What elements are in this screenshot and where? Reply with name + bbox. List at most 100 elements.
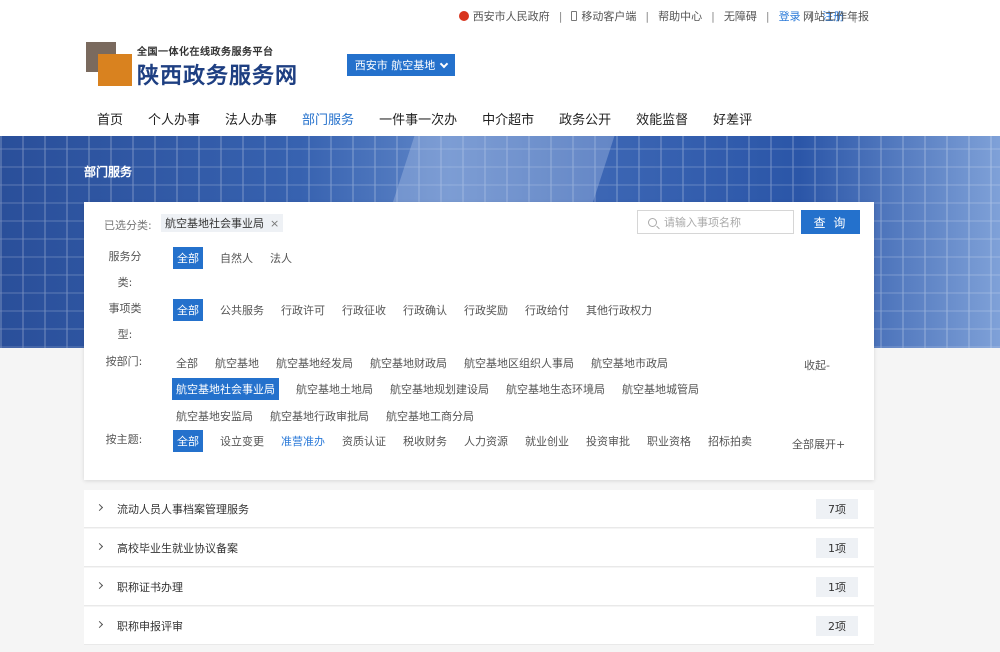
help-center-link[interactable]: 帮助中心 xyxy=(658,8,702,24)
matter-type-options: 全部 公共服务 行政许可 行政征收 行政确认 行政奖励 行政给付 其他行政权力 xyxy=(173,299,669,321)
main-nav: 首页 个人办事 法人办事 部门服务 一件事一次办 中介超市 政务公开 效能监督 … xyxy=(97,109,777,128)
city-selector[interactable]: 西安市 航空基地 xyxy=(347,54,455,76)
service-option-all[interactable]: 全部 xyxy=(173,247,203,269)
department-label: 按部门: xyxy=(105,355,143,368)
service-option-natural-person[interactable]: 自然人 xyxy=(220,250,253,266)
list-item[interactable]: 职称证书办理 1项 xyxy=(84,568,874,606)
count-badge: 1项 xyxy=(816,537,858,558)
department-option[interactable]: 航空基地 xyxy=(215,355,259,371)
page-title: 部门服务 xyxy=(84,165,133,179)
annual-report-link[interactable]: 网站工作年报 xyxy=(803,8,869,24)
chevron-right-icon xyxy=(95,503,104,512)
department-options-row2: 航空基地社会事业局 航空基地土地局 航空基地规划建设局 航空基地生态环境局 航空… xyxy=(172,378,716,400)
department-option[interactable]: 航空基地工商分局 xyxy=(386,408,474,424)
filter-panel: 已选分类: 航空基地社会事业局 × 查 询 服务分 类: 全部 自然人 法人 事… xyxy=(84,202,874,480)
theme-option[interactable]: 投资审批 xyxy=(586,433,630,449)
list-item-name: 高校毕业生就业协议备案 xyxy=(117,541,238,555)
theme-label: 按主题: xyxy=(105,433,143,446)
matter-option[interactable]: 其他行政权力 xyxy=(586,302,652,318)
matter-type-label: 事项类 型: xyxy=(108,302,142,341)
matter-option[interactable]: 行政奖励 xyxy=(464,302,508,318)
list-item[interactable]: 职称申报评审 2项 xyxy=(84,607,874,645)
government-emblem-icon xyxy=(458,11,469,21)
search-input[interactable] xyxy=(664,215,784,229)
chevron-right-icon xyxy=(95,581,104,590)
logo-title[interactable]: 陕西政务服务网 xyxy=(137,58,298,90)
department-option[interactable]: 航空基地市政局 xyxy=(591,355,668,371)
department-option[interactable]: 航空基地生态环境局 xyxy=(506,381,605,397)
mobile-client-label: 移动客户端 xyxy=(581,10,637,23)
list-item[interactable]: 高校毕业生就业协议备案 1项 xyxy=(84,529,874,567)
theme-option[interactable]: 设立变更 xyxy=(220,433,264,449)
service-type-options: 全部 自然人 法人 xyxy=(173,247,309,269)
list-item-name: 职称证书办理 xyxy=(117,580,183,594)
department-options-row3: 航空基地安监局 航空基地行政审批局 航空基地工商分局 xyxy=(176,408,491,424)
collapse-link[interactable]: 收起- xyxy=(804,357,830,373)
department-option[interactable]: 航空基地安监局 xyxy=(176,408,253,424)
theme-option-all[interactable]: 全部 xyxy=(173,430,203,452)
nav-item-one-thing[interactable]: 一件事一次办 xyxy=(379,109,457,128)
city-selector-label: 西安市 航空基地 xyxy=(354,59,436,72)
result-list: 流动人员人事档案管理服务 7项 高校毕业生就业协议备案 1项 职称证书办理 1项… xyxy=(84,490,874,646)
search-icon xyxy=(648,217,657,227)
nav-item-evaluation[interactable]: 好差评 xyxy=(713,109,752,128)
login-link[interactable]: 登录 xyxy=(779,8,801,24)
divider: | xyxy=(558,9,563,23)
gov-link-label: 西安市人民政府 xyxy=(472,10,550,23)
nav-item-department-services[interactable]: 部门服务 xyxy=(302,109,354,128)
count-badge: 7项 xyxy=(816,498,858,519)
matter-option[interactable]: 行政给付 xyxy=(525,302,569,318)
chevron-right-icon xyxy=(95,542,104,551)
theme-option[interactable]: 招标拍卖 xyxy=(708,433,752,449)
nav-item-home[interactable]: 首页 xyxy=(97,109,123,128)
site-logo[interactable] xyxy=(86,42,132,86)
department-option[interactable]: 航空基地经发局 xyxy=(276,355,353,371)
list-item-name: 职称申报评审 xyxy=(117,619,183,633)
theme-option[interactable]: 准营准办 xyxy=(281,433,325,449)
mobile-client-link[interactable]: 移动客户端 xyxy=(571,8,636,24)
phone-icon xyxy=(571,11,578,21)
matter-option[interactable]: 行政征收 xyxy=(342,302,386,318)
theme-option[interactable]: 税收财务 xyxy=(403,433,447,449)
count-badge: 1项 xyxy=(816,576,858,597)
department-option-all[interactable]: 全部 xyxy=(176,355,198,371)
list-item[interactable]: 流动人员人事档案管理服务 7项 xyxy=(84,490,874,528)
department-option-selected[interactable]: 航空基地社会事业局 xyxy=(172,378,279,400)
department-options-row1: 全部 航空基地 航空基地经发局 航空基地财政局 航空基地区组织人事局 航空基地市… xyxy=(176,355,685,371)
count-badge: 2项 xyxy=(816,615,858,636)
theme-option[interactable]: 就业创业 xyxy=(525,433,569,449)
chip-label: 航空基地社会事业局 xyxy=(165,217,264,230)
list-item-name: 流动人员人事档案管理服务 xyxy=(117,502,249,516)
theme-option[interactable]: 资质认证 xyxy=(342,433,386,449)
chevron-down-icon xyxy=(440,59,449,68)
divider: | xyxy=(645,9,650,23)
divider: | xyxy=(765,9,770,23)
department-option[interactable]: 航空基地土地局 xyxy=(296,381,373,397)
nav-item-gov-open[interactable]: 政务公开 xyxy=(559,109,611,128)
theme-option[interactable]: 职业资格 xyxy=(647,433,691,449)
expand-all-link[interactable]: 全部展开+ xyxy=(792,436,845,452)
matter-option[interactable]: 公共服务 xyxy=(220,302,264,318)
department-option[interactable]: 航空基地区组织人事局 xyxy=(464,355,574,371)
top-bar: 西安市人民政府 | 移动客户端 | 帮助中心 | 无障碍 | 登录 | 注册 |… xyxy=(0,0,1000,30)
matter-option[interactable]: 行政许可 xyxy=(281,302,325,318)
gov-link[interactable]: 西安市人民政府 xyxy=(458,8,550,24)
matter-option-all[interactable]: 全部 xyxy=(173,299,203,321)
nav-item-supervision[interactable]: 效能监督 xyxy=(636,109,688,128)
nav-item-legal-person[interactable]: 法人办事 xyxy=(225,109,277,128)
matter-option[interactable]: 行政确认 xyxy=(403,302,447,318)
selected-category-label: 已选分类: xyxy=(104,219,152,232)
department-option[interactable]: 航空基地财政局 xyxy=(370,355,447,371)
accessibility-link[interactable]: 无障碍 xyxy=(724,8,757,24)
logo-subtitle: 全国一体化在线政务服务平台 xyxy=(137,47,274,58)
nav-item-personal[interactable]: 个人办事 xyxy=(148,109,200,128)
search-button[interactable]: 查 询 xyxy=(801,210,860,234)
department-option[interactable]: 航空基地行政审批局 xyxy=(270,408,369,424)
department-option[interactable]: 航空基地规划建设局 xyxy=(390,381,489,397)
service-type-label: 服务分 类: xyxy=(108,250,142,289)
department-option[interactable]: 航空基地城管局 xyxy=(622,381,699,397)
theme-option[interactable]: 人力资源 xyxy=(464,433,508,449)
nav-item-agency-market[interactable]: 中介超市 xyxy=(482,109,534,128)
service-option-legal-person[interactable]: 法人 xyxy=(270,250,292,266)
close-icon[interactable]: × xyxy=(270,217,279,230)
